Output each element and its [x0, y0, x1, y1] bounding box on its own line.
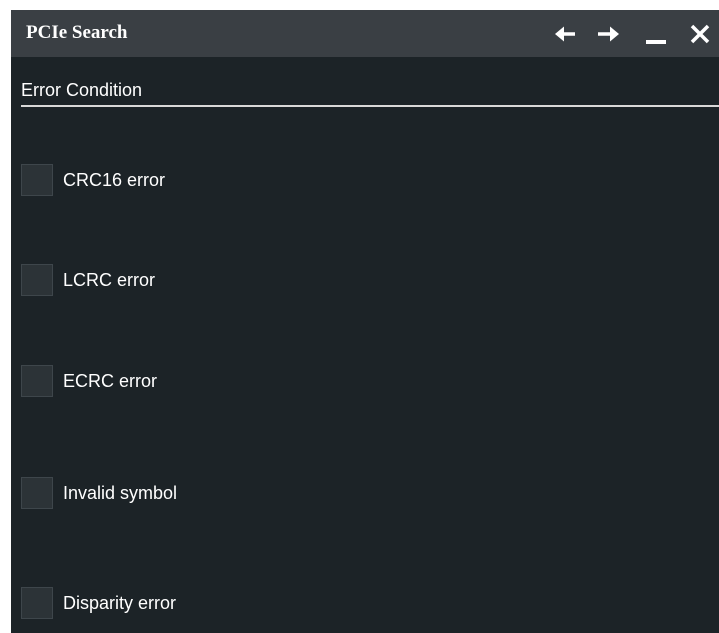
option-crc16-error[interactable]: CRC16 error — [21, 163, 165, 197]
dialog-titlebar: PCIe Search — [11, 10, 719, 57]
option-label: LCRC error — [63, 270, 156, 290]
close-icon[interactable] — [685, 19, 715, 49]
option-label: Disparity error — [63, 593, 177, 613]
lcrc-error-checkbox[interactable] — [21, 264, 53, 296]
option-lcrc-error[interactable]: LCRC error — [21, 263, 155, 297]
back-arrow-icon[interactable] — [551, 19, 581, 49]
option-disparity-error[interactable]: Disparity error — [21, 586, 176, 620]
ecrc-error-checkbox[interactable] — [21, 365, 53, 397]
option-label: CRC16 error — [63, 170, 166, 190]
option-invalid-symbol[interactable]: Invalid symbol — [21, 476, 177, 510]
section-header-error-condition: Error Condition — [21, 80, 143, 100]
section-divider — [21, 105, 719, 107]
option-label: ECRC error — [63, 371, 158, 391]
option-label: Invalid symbol — [63, 483, 178, 503]
crc16-error-checkbox[interactable] — [21, 164, 53, 196]
dialog-title: PCIe Search — [26, 22, 128, 43]
option-ecrc-error[interactable]: ECRC error — [21, 364, 157, 398]
invalid-symbol-checkbox[interactable] — [21, 477, 53, 509]
disparity-error-checkbox[interactable] — [21, 587, 53, 619]
forward-arrow-icon[interactable] — [593, 19, 623, 49]
minimize-icon[interactable] — [641, 19, 671, 49]
pcie-search-dialog: PCIe Search Error Condition CRC16 error … — [11, 10, 719, 633]
